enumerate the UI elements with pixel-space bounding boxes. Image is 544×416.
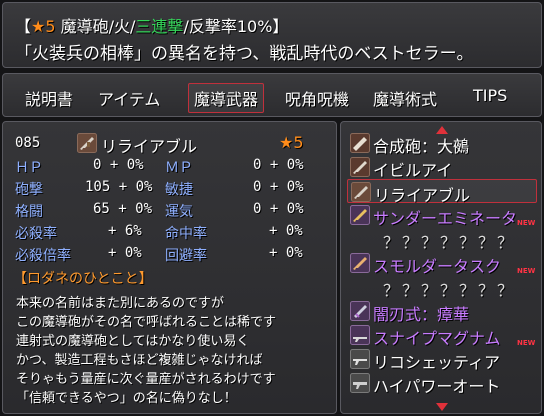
gun-icon [350, 349, 370, 369]
item-name: ハイパワーオート [373, 377, 501, 396]
tab-items[interactable]: アイテム [98, 86, 160, 110]
hint-title: 【ロダネのひとこと】 [13, 271, 153, 287]
gun-icon [350, 373, 370, 393]
weapon-rarity: ★5 [279, 133, 304, 152]
stat-value-mp: 0 + 0% [253, 157, 304, 173]
rarity-star: ★5 [31, 17, 56, 36]
lore-line: そりゃもう量産に次ぐ量産がされるわけです [16, 372, 276, 387]
lore-line: かつ、製造工程もさほど複雑じゃなければ [16, 353, 263, 368]
gun-icon [350, 325, 370, 345]
list-item-unknown[interactable]: ？？？？？？？ [347, 227, 537, 252]
tab-tips[interactable]: TIPS [473, 86, 507, 105]
scroll-down-arrow-icon[interactable] [436, 403, 448, 411]
bracket-open: 【 [15, 17, 32, 36]
stat-label-crit-mult: 必殺倍率 [15, 248, 71, 264]
lore-line: この魔導砲がその名で呼ばれることは稀です [16, 315, 277, 330]
list-item-selected[interactable]: リライアブル [347, 179, 537, 205]
item-name: スナイプマグナム [373, 329, 501, 348]
new-badge: NEW [517, 219, 536, 227]
stat-label-agility: 敏捷 [165, 182, 193, 198]
list-item[interactable]: スモルダータスク NEW [347, 251, 537, 276]
counter-rate-text: /反撃率10%】 [183, 17, 289, 36]
item-name: サンダーエミネータ [373, 209, 518, 228]
item-name: 合成砲：大鵺 [373, 137, 470, 156]
stat-label-accuracy: 命中率 [165, 226, 207, 242]
tab-magic-weapons[interactable]: 魔導武器 [188, 83, 265, 113]
list-item[interactable]: サンダーエミネータ NEW [347, 203, 537, 228]
list-item-unknown[interactable]: ？？？？？？？ [347, 275, 537, 300]
weapon-list: 合成砲：大鵺 イビルアイ リライアブル サンダーエミネータ NEW ？？？？？？… [340, 121, 542, 414]
item-name: ？？？？？？？ [383, 233, 517, 252]
category-tabs: 説明書 アイテム 魔導武器 呪角呪機 魔導術式 TIPS [2, 73, 542, 117]
stat-label-evasion: 回避率 [165, 248, 207, 264]
weapon-name: リライアブル [101, 137, 198, 156]
stat-value-evasion: + 0% [269, 245, 303, 261]
stat-value-hp: 0 + 0% [93, 157, 144, 173]
new-badge: NEW [517, 267, 536, 275]
list-item[interactable]: スナイプマグナム NEW [347, 323, 537, 348]
gun-icon [351, 182, 371, 202]
stat-label-crit-rate: 必殺率 [15, 226, 57, 242]
stat-label-hp: ＨＰ [15, 160, 43, 176]
weapon-number: 085 [15, 135, 41, 151]
item-name: イビルアイ [373, 161, 453, 180]
new-badge: NEW [517, 339, 536, 347]
weapon-type-text: 魔導砲/火/ [55, 17, 136, 36]
item-name: リコシェッティア [373, 353, 501, 372]
tab-magic-arts[interactable]: 魔導術式 [373, 86, 437, 110]
skill-highlight: 三連撃 [135, 17, 184, 36]
stat-value-crit-rate: + 6% [108, 223, 142, 239]
tab-manual[interactable]: 説明書 [25, 86, 73, 110]
weapon-details-panel: 085 リライアブル ★5 ＨＰ 0 + 0% 砲撃 105 + 0% 格闘 6… [2, 121, 337, 414]
stat-label-mp: ＭＰ [165, 160, 193, 176]
list-item[interactable]: イビルアイ [347, 155, 537, 180]
cannon-icon [350, 133, 370, 153]
stat-value-accuracy: + 0% [269, 223, 303, 239]
list-item[interactable]: リコシェッティア [347, 347, 537, 372]
stat-value-bombard: 105 + 0% [85, 179, 153, 195]
stat-label-melee: 格闘 [15, 204, 43, 220]
stat-value-luck: 0 + 0% [253, 201, 304, 217]
weapon-description: 「火装兵の相棒」の異名を持つ、戦乱時代のベストセラー。 [15, 44, 474, 64]
gun-icon [77, 133, 97, 153]
weapon-summary: 【★5 魔導砲/火/三連撃/反撃率10%】 [15, 13, 288, 37]
gun-icon [350, 253, 370, 273]
list-item[interactable]: 合成砲：大鵺 [347, 131, 537, 156]
item-name: 闇刃式：瘴華 [373, 305, 470, 324]
description-panel: 【★5 魔導砲/火/三連撃/反撃率10%】 「火装兵の相棒」の異名を持つ、戦乱時… [2, 2, 542, 68]
lore-line: 連射式の魔導砲としてはかなり使い易く [16, 334, 250, 349]
list-item[interactable]: 闇刃式：瘴華 [347, 299, 537, 324]
gun-icon [350, 205, 370, 225]
blade-gun-icon [350, 301, 370, 321]
item-name: スモルダータスク [373, 257, 502, 276]
gun-icon [350, 157, 370, 177]
stat-label-bombard: 砲撃 [15, 182, 43, 198]
lore-line: 「信頼できるやつ」の名に偽りなし！ [16, 391, 237, 406]
stat-value-melee: 65 + 0% [93, 201, 153, 217]
stat-value-agility: 0 + 0% [253, 179, 304, 195]
item-name: ？？？？？？？ [383, 281, 517, 300]
lore-line: 本来の名前はまた別にあるのですが [16, 296, 225, 311]
tab-cursed-horns[interactable]: 呪角呪機 [285, 86, 349, 110]
list-item[interactable]: ハイパワーオート [347, 371, 537, 396]
stat-label-luck: 運気 [165, 204, 193, 220]
stat-value-crit-mult: + 0% [108, 245, 142, 261]
